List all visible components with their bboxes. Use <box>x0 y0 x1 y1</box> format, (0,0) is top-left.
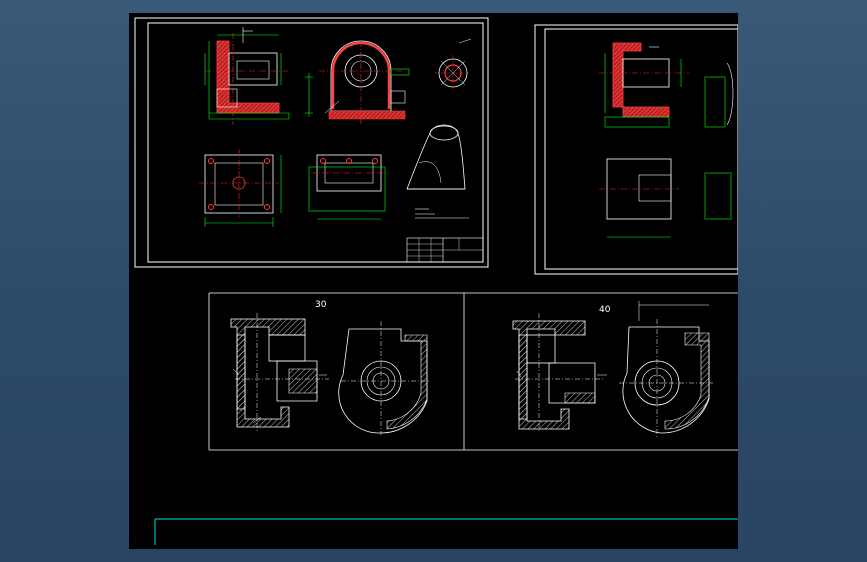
technical-notes <box>415 208 469 219</box>
section-label-40: 40 <box>599 305 611 315</box>
elbow-section-40 <box>512 313 607 433</box>
flange-detail-view <box>435 38 472 91</box>
arch-side-view <box>305 40 410 125</box>
sheet-2-outer-frame <box>534 24 738 275</box>
top-plan-view <box>199 149 282 227</box>
sheet-2-inner-frame <box>544 28 738 270</box>
title-block <box>406 237 484 263</box>
volute-section-30 <box>338 321 429 435</box>
cad-viewport[interactable]: 30 40 <box>129 13 738 549</box>
bottom-view <box>308 154 389 220</box>
elbow-section-30 <box>230 313 329 433</box>
drawing-sheet-2 <box>534 24 738 275</box>
isometric-part-view <box>406 124 466 190</box>
sheet-2-front-section <box>599 42 734 128</box>
sheet-2-top-view <box>599 158 732 238</box>
drawing-sheet-1 <box>134 17 489 268</box>
front-section-view <box>204 27 290 125</box>
sheet-1-inner-frame <box>147 22 484 263</box>
volute-section-40 <box>619 301 713 437</box>
drawing-canvas: 30 40 <box>134 17 738 545</box>
section-drawing-panel: 30 40 <box>208 292 738 451</box>
title-strip <box>154 518 738 545</box>
sheet-1-outer-frame <box>134 17 489 268</box>
section-label-30: 30 <box>315 300 327 310</box>
